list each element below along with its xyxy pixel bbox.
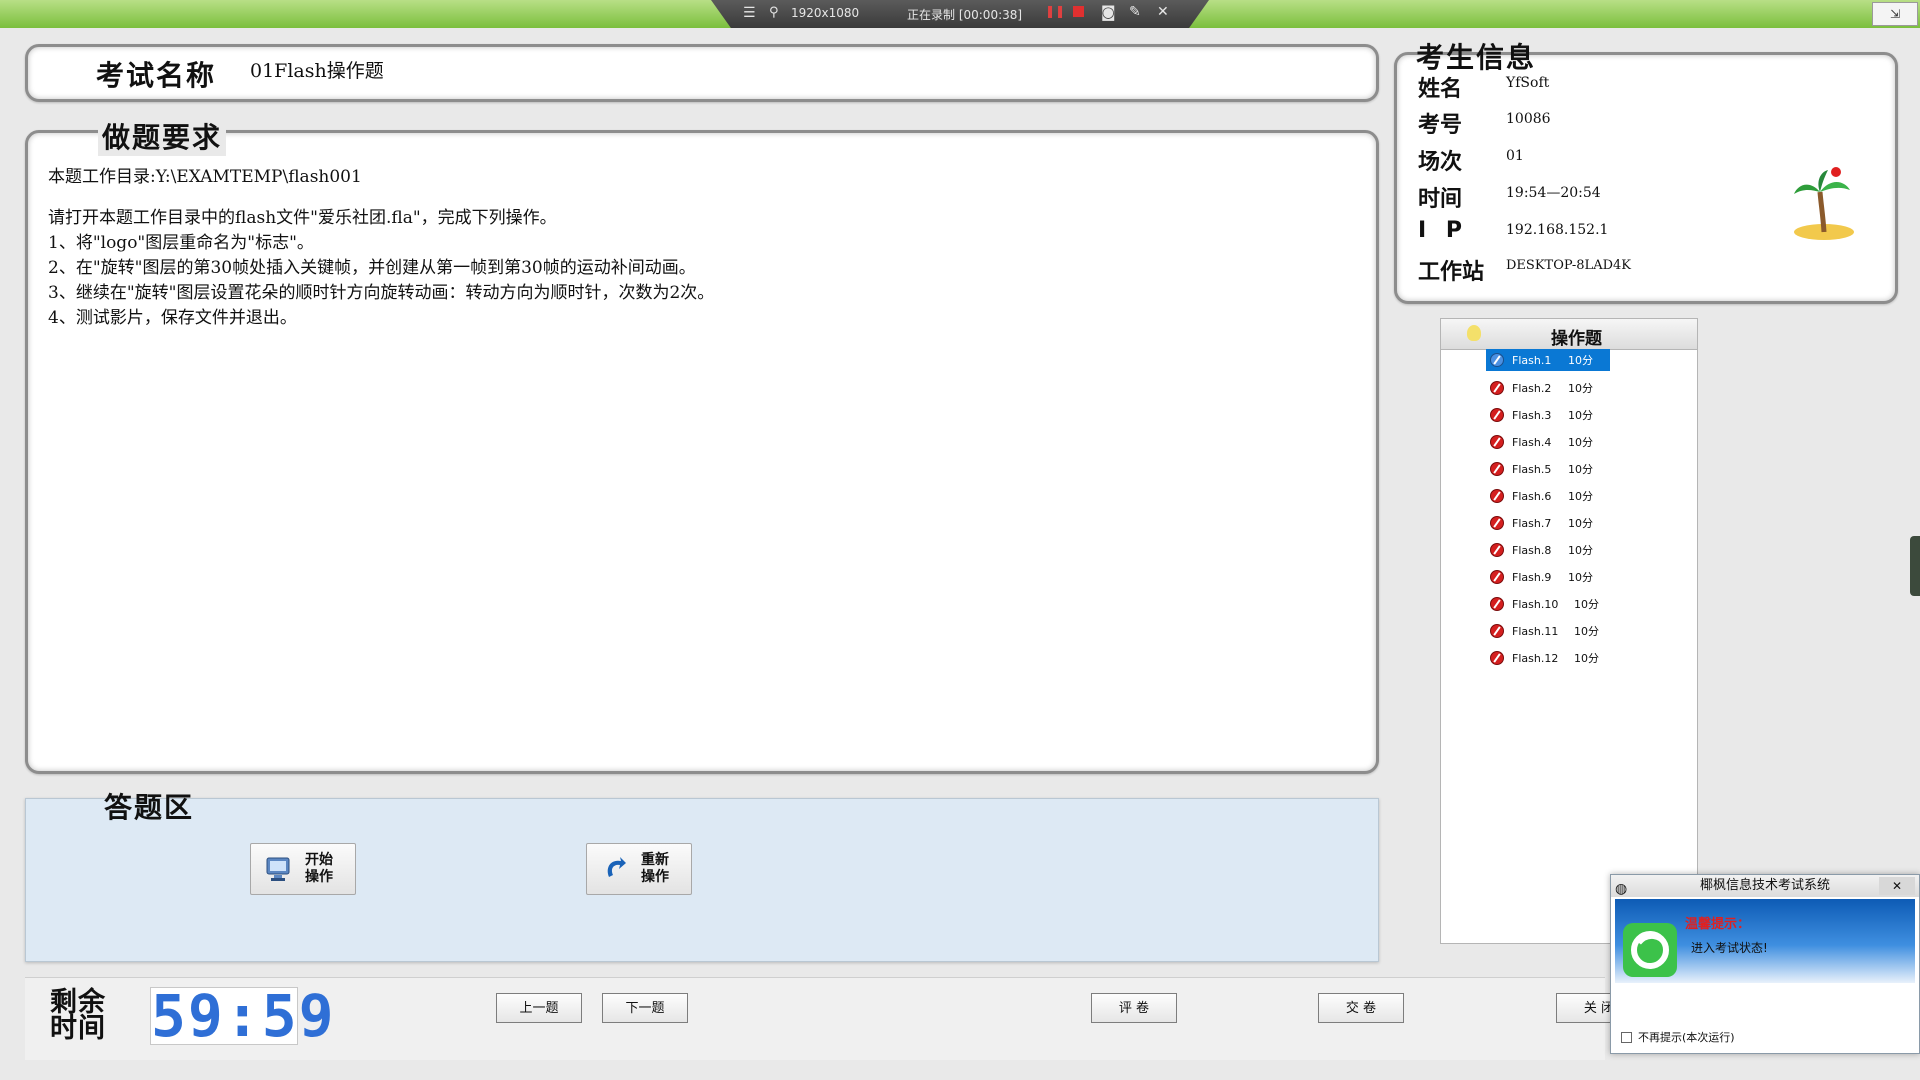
name-value: YfSoft — [1506, 75, 1550, 91]
question-item-flash-9[interactable]: Flash.9 10分 — [1486, 566, 1610, 588]
question-item-flash-5[interactable]: Flash.5 10分 — [1486, 458, 1610, 480]
flash-icon — [1490, 624, 1504, 638]
exam-name-value: 01Flash操作题 — [250, 60, 384, 82]
remaining-time-label: 剩余时间 — [50, 987, 106, 1044]
lightbulb-icon — [1467, 325, 1481, 341]
notification-message: 进入考试状态! — [1691, 941, 1768, 955]
requirements-text: 本题工作目录:Y:\EXAMTEMP\flash001 请打开本题工作目录中的f… — [48, 165, 714, 331]
station-value: DESKTOP-8LAD4K — [1506, 258, 1631, 273]
requirement-line: 3、继续在"旋转"图层设置花朵的顺时针方向旋转动画：转动方向为顺时针，次数为2次… — [48, 283, 715, 303]
question-item-flash-2[interactable]: Flash.2 10分 — [1486, 377, 1610, 399]
pin-icon[interactable]: ⚲ — [769, 5, 779, 20]
question-item-flash-12[interactable]: Flash.12 10分 — [1486, 647, 1610, 669]
flash-icon — [1490, 489, 1504, 503]
flash-icon — [1490, 516, 1504, 530]
ip-value: 192.168.152.1 — [1506, 222, 1609, 238]
notification-titlebar: ◍ 椰枫信息技术考试系统 ✕ — [1611, 875, 1919, 897]
next-question-button[interactable]: 下一题 — [602, 993, 688, 1023]
side-scroll-tab[interactable] — [1910, 536, 1920, 596]
question-list-header: 操作题 — [1441, 319, 1697, 350]
session-label: 场次 — [1418, 150, 1463, 175]
recording-status: 正在录制 [00:00:38] — [907, 8, 1023, 22]
dont-show-again-label: 不再提示(本次运行) — [1638, 1031, 1735, 1044]
minimize-window-button[interactable]: ⇲ — [1872, 2, 1918, 26]
name-label: 姓名 — [1418, 77, 1463, 102]
ip-label: I P — [1418, 218, 1468, 243]
flash-icon — [1490, 435, 1504, 449]
id-label: 考号 — [1418, 113, 1463, 138]
requirement-line: 请打开本题工作目录中的flash文件"爱乐社团.fla"，完成下列操作。 — [48, 208, 557, 228]
app-logo-icon — [1623, 923, 1677, 977]
requirement-line: 本题工作目录:Y:\EXAMTEMP\flash001 — [48, 167, 362, 187]
reset-operation-button[interactable]: 重新操作 — [586, 843, 692, 895]
palm-tree-logo — [1794, 167, 1854, 240]
answer-area — [25, 798, 1379, 962]
reset-operation-label: 重新操作 — [641, 852, 669, 885]
stop-icon[interactable] — [1073, 6, 1084, 17]
question-item-flash-6[interactable]: Flash.6 10分 — [1486, 485, 1610, 507]
notification-popup: ◍ 椰枫信息技术考试系统 ✕ 温馨提示： 进入考试状态! 不再提示(本次运行) — [1610, 874, 1920, 1054]
answer-heading: 答题区 — [104, 791, 195, 824]
exam-name-label: 考试名称 — [96, 59, 217, 92]
undo-arrow-icon — [607, 857, 626, 877]
flash-icon — [1490, 381, 1504, 395]
close-recording-icon[interactable]: ✕ — [1157, 4, 1169, 20]
flash-icon — [1490, 462, 1504, 476]
exam-name-panel — [25, 44, 1379, 102]
app-icon: ◍ — [1615, 881, 1628, 897]
recording-resolution: 1920x1080 — [791, 6, 860, 20]
session-value: 01 — [1506, 148, 1524, 164]
dont-show-again-checkbox[interactable]: 不再提示(本次运行) — [1621, 1029, 1735, 1045]
flash-icon — [1490, 651, 1504, 665]
question-item-flash-1[interactable]: Flash.1 10分 — [1486, 349, 1610, 371]
flash-icon — [1490, 570, 1504, 584]
notification-body: 温馨提示： 进入考试状态! — [1615, 899, 1915, 983]
pencil-icon — [1490, 353, 1504, 367]
notification-warning: 温馨提示： — [1685, 917, 1751, 932]
question-item-flash-4[interactable]: Flash.4 10分 — [1486, 431, 1610, 453]
camera-icon[interactable]: ◙ — [1101, 3, 1116, 21]
question-item-flash-3[interactable]: Flash.3 10分 — [1486, 404, 1610, 426]
time-label: 时间 — [1418, 187, 1463, 212]
requirements-heading: 做题要求 — [98, 116, 227, 156]
flash-icon — [1490, 408, 1504, 422]
computer-icon — [266, 857, 290, 881]
question-item-flash-7[interactable]: Flash.7 10分 — [1486, 512, 1610, 534]
start-operation-label: 开始操作 — [305, 852, 333, 885]
station-label: 工作站 — [1418, 260, 1485, 285]
requirement-line: 1、将"logo"图层重命名为"标志"。 — [48, 233, 314, 253]
question-list-title: 操作题 — [1551, 329, 1602, 349]
question-item-flash-11[interactable]: Flash.11 10分 — [1486, 620, 1610, 642]
time-value: 19:54—20:54 — [1506, 185, 1601, 201]
prev-question-button[interactable]: 上一题 — [496, 993, 582, 1023]
pause-icon[interactable]: ❚❚ — [1045, 4, 1065, 18]
countdown-timer: 59:59 — [150, 982, 336, 1050]
pen-icon[interactable]: ✎ — [1129, 4, 1141, 20]
grade-button[interactable]: 评 卷 — [1091, 993, 1177, 1023]
recording-toolbar: ☰ ⚲ 1920x1080 正在录制 [00:00:38] ❚❚ ◙ ✎ ✕ — [711, 0, 1209, 28]
flash-icon — [1490, 543, 1504, 557]
requirement-line: 2、在"旋转"图层的第30帧处插入关键帧，并创建从第一帧到第30帧的运动补间动画… — [48, 258, 696, 278]
submit-button[interactable]: 交 卷 — [1318, 993, 1404, 1023]
id-value: 10086 — [1506, 111, 1551, 127]
question-item-flash-8[interactable]: Flash.8 10分 — [1486, 539, 1610, 561]
flash-icon — [1490, 597, 1504, 611]
menu-icon[interactable]: ☰ — [743, 5, 756, 21]
candidate-heading: 考生信息 — [1416, 41, 1537, 74]
notification-title: 椰枫信息技术考试系统 — [1699, 878, 1830, 893]
start-operation-button[interactable]: 开始操作 — [250, 843, 356, 895]
question-item-flash-10[interactable]: Flash.10 10分 — [1486, 593, 1610, 615]
requirement-line: 4、测试影片，保存文件并退出。 — [48, 308, 297, 328]
close-notification-button[interactable]: ✕ — [1879, 877, 1915, 895]
checkbox-box[interactable] — [1621, 1031, 1632, 1043]
